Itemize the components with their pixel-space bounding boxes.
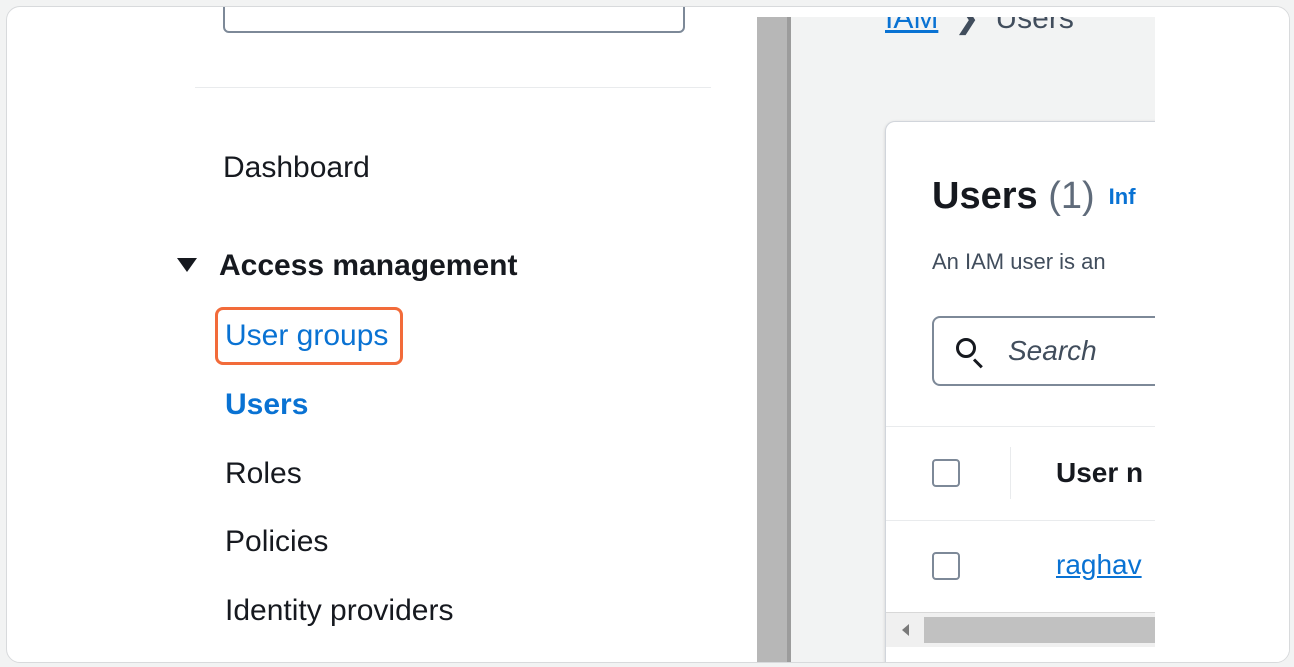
users-title-text: Users xyxy=(932,175,1038,217)
blank-area xyxy=(1155,7,1289,662)
caret-down-icon xyxy=(177,258,197,273)
column-separator xyxy=(1010,447,1011,499)
horizontal-scrollbar[interactable] xyxy=(886,612,1155,647)
users-title: Users (1) Inf xyxy=(932,174,1136,219)
highlight-box xyxy=(215,307,403,365)
nav-section-label: Access management xyxy=(219,249,518,282)
table-header-divider xyxy=(886,520,1155,521)
scroll-left-arrow-icon[interactable] xyxy=(902,624,909,636)
info-link[interactable]: Inf xyxy=(1109,184,1136,209)
nav-item-users[interactable]: Users xyxy=(225,387,308,423)
users-description: An IAM user is an xyxy=(932,249,1106,274)
vertical-scrollbar[interactable] xyxy=(757,17,791,662)
nav-search-box[interactable] xyxy=(223,7,685,33)
nav-item-policies[interactable]: Policies xyxy=(225,524,328,560)
nav-section-access-management[interactable]: Access management xyxy=(177,248,517,284)
users-search-input[interactable]: Search xyxy=(932,316,1155,386)
users-card: Users (1) Inf An IAM user is an Search Us… xyxy=(885,121,1155,662)
screenshot-frame: Dashboard Access management User groups … xyxy=(6,6,1290,663)
search-placeholder: Search xyxy=(1008,335,1097,366)
select-all-checkbox[interactable] xyxy=(932,459,960,487)
nav-divider xyxy=(195,87,711,88)
nav-item-identity-providers[interactable]: Identity providers xyxy=(225,593,453,629)
table-top-divider xyxy=(886,426,1155,427)
chevron-right-icon: ❯ xyxy=(954,17,980,35)
breadcrumb-current: Users xyxy=(995,17,1074,35)
nav-item-dashboard[interactable]: Dashboard xyxy=(223,150,370,186)
breadcrumb: IAM ❯ Users xyxy=(885,17,1074,37)
nav-item-roles[interactable]: Roles xyxy=(225,456,302,492)
scrollbar-thumb[interactable] xyxy=(924,617,1155,643)
main-content: IAM ❯ Users Users (1) Inf An IAM user is an… xyxy=(757,17,1155,662)
user-name-link[interactable]: raghav xyxy=(1056,548,1142,582)
search-icon xyxy=(956,338,976,358)
breadcrumb-iam-link[interactable]: IAM xyxy=(885,17,938,35)
column-header-user-name[interactable]: User n xyxy=(1056,456,1143,490)
row-checkbox[interactable] xyxy=(932,552,960,580)
users-count: (1) xyxy=(1048,175,1095,217)
